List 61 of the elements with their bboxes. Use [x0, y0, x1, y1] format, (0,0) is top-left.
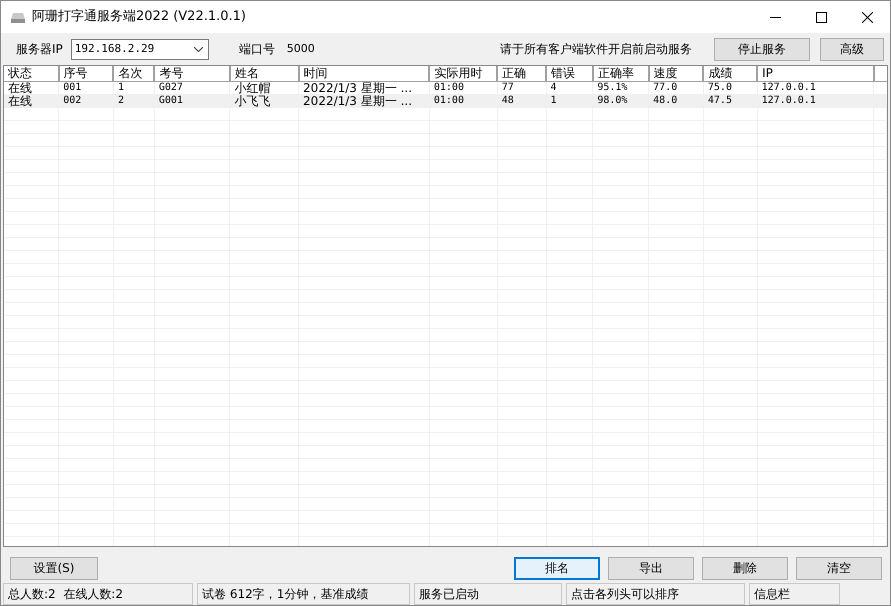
- table-cell: 4: [546, 81, 593, 94]
- port-label: 端口号: [238, 41, 275, 58]
- table-cell: 001: [58, 81, 114, 94]
- advanced-button[interactable]: 高级: [820, 38, 884, 60]
- table-cell: 75.0: [703, 81, 758, 94]
- status-bar-panel: 总人数:2 在线人数:2: [3, 583, 193, 605]
- column-header[interactable]: 名次: [113, 66, 154, 81]
- table-cell: G027: [154, 81, 230, 94]
- table-cell: 127.0.0.1: [757, 81, 874, 94]
- notice-text: 请于所有客户端软件开启前启动服务: [500, 41, 692, 58]
- table-cell: 47.5: [703, 94, 758, 107]
- column-header[interactable]: 正确: [497, 66, 546, 81]
- settings-button[interactable]: 设置(S): [10, 556, 98, 580]
- app-icon: [10, 10, 26, 24]
- table-cell: 002: [58, 94, 114, 107]
- table-cell: 98.0%: [592, 94, 649, 107]
- close-icon: [862, 12, 872, 22]
- maximize-icon: [816, 12, 826, 22]
- server-ip-dropdown[interactable]: 192.168.2.29: [70, 38, 209, 60]
- table-cell: 77: [497, 81, 546, 94]
- table-cell: 2: [113, 94, 154, 107]
- column-header[interactable]: 状态: [4, 66, 59, 81]
- column-header[interactable]: 错误: [546, 66, 593, 81]
- table-cell: 2022/1/3 星期一 ...: [298, 81, 430, 94]
- status-bar-panel: 服务已启动: [414, 583, 562, 605]
- table-cell: G001: [154, 94, 230, 107]
- delete-button[interactable]: 删除: [702, 556, 788, 580]
- table-cell: 1: [113, 81, 154, 94]
- port-value: 5000: [286, 40, 315, 57]
- table-cell: 127.0.0.1: [757, 94, 874, 107]
- server-ip-label: 服务器IP: [16, 41, 63, 58]
- stop-service-button[interactable]: 停止服务: [714, 38, 810, 60]
- rank-button[interactable]: 排名: [514, 556, 600, 580]
- table-cell: 48.0: [648, 94, 704, 107]
- column-header[interactable]: 考号: [154, 66, 230, 81]
- status-bar-panel: 点击各列头可以排序: [566, 583, 745, 605]
- table-cell: 在线: [4, 94, 59, 107]
- table-cell: 2022/1/3 星期一 ...: [298, 94, 430, 107]
- table-cell: 在线: [4, 81, 59, 94]
- clear-button[interactable]: 清空: [796, 556, 882, 580]
- export-button[interactable]: 导出: [608, 556, 694, 580]
- column-header[interactable]: IP: [757, 66, 874, 81]
- column-header[interactable]: 实际用时: [429, 66, 498, 81]
- status-bar-panel: 信息栏: [749, 583, 840, 605]
- window-title: 阿珊打字通服务端2022 (V22.1.0.1): [32, 8, 246, 26]
- table-cell: 77.0: [648, 81, 704, 94]
- table-cell: 48: [497, 94, 546, 107]
- column-header[interactable]: 速度: [648, 66, 704, 81]
- column-header[interactable]: 成绩: [703, 66, 758, 81]
- column-header[interactable]: 序号: [58, 66, 114, 81]
- chevron-down-icon: [194, 46, 203, 52]
- table-cell: 小飞飞: [230, 94, 299, 107]
- table-cell: 01:00: [429, 81, 498, 94]
- table-cell: 95.1%: [592, 81, 649, 94]
- status-bar-panel: 试卷 612字，1分钟，基准成绩: [197, 583, 410, 605]
- column-header[interactable]: 正确率: [592, 66, 649, 81]
- column-header[interactable]: 时间: [298, 66, 430, 81]
- table-cell: 小红帽: [230, 81, 299, 94]
- table-cell: 1: [546, 94, 593, 107]
- table-cell: 01:00: [429, 94, 498, 107]
- column-header[interactable]: 姓名: [230, 66, 299, 81]
